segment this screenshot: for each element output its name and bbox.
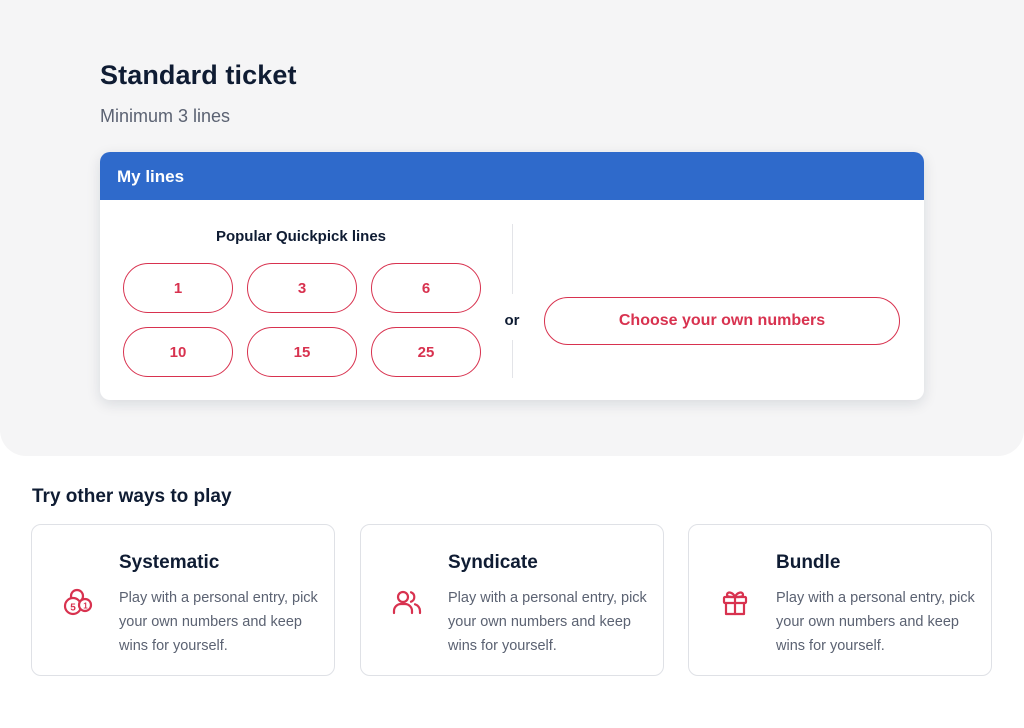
vertical-divider (512, 224, 513, 294)
ticket-panel: Standard ticket Minimum 3 lines My lines… (0, 0, 1024, 456)
bundle-title: Bundle (776, 552, 841, 573)
gift-icon (719, 586, 751, 618)
ticket-title: Standard ticket (100, 60, 297, 90)
syndicate-description: Play with a personal entry, pick your ow… (448, 590, 647, 654)
bundle-card[interactable]: Bundle Play with a personal entry, pick … (688, 524, 992, 676)
bundle-description: Play with a personal entry, pick your ow… (776, 590, 975, 654)
group-icon (391, 586, 423, 618)
quickpick-15-button[interactable]: 15 (247, 327, 357, 377)
systematic-description: Play with a personal entry, pick your ow… (119, 590, 318, 654)
quickpick-1-button[interactable]: 1 (123, 263, 233, 313)
my-lines-header: My lines (100, 152, 924, 200)
quickpick-3-button[interactable]: 3 (247, 263, 357, 313)
vertical-divider (512, 340, 513, 378)
systematic-card[interactable]: 5 1 Systematic Play with a personal entr… (31, 524, 335, 676)
quickpick-title: Popular Quickpick lines (215, 228, 387, 245)
quickpick-10-button[interactable]: 10 (123, 327, 233, 377)
choose-own-numbers-button[interactable]: Choose your own numbers (544, 297, 900, 345)
or-label: or (504, 312, 520, 329)
systematic-title: Systematic (119, 552, 220, 573)
syndicate-card[interactable]: Syndicate Play with a personal entry, pi… (360, 524, 664, 676)
svg-text:1: 1 (83, 602, 88, 611)
quickpick-options: 1 3 6 10 15 25 (123, 263, 481, 377)
svg-text:5: 5 (70, 603, 76, 614)
syndicate-title: Syndicate (448, 552, 538, 573)
quickpick-25-button[interactable]: 25 (371, 327, 481, 377)
ticket-subtitle: Minimum 3 lines (100, 106, 231, 126)
other-ways-title: Try other ways to play (32, 486, 232, 507)
lottery-balls-icon: 5 1 (62, 586, 94, 618)
my-lines-card: My lines Popular Quickpick lines 1 3 6 1… (100, 152, 924, 400)
quickpick-6-button[interactable]: 6 (371, 263, 481, 313)
